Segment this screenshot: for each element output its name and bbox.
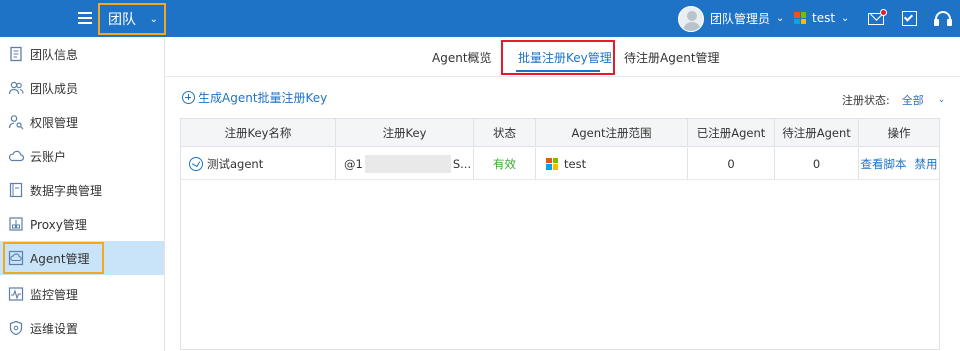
sidebar-item-agent[interactable]: Agent管理 <box>0 241 164 275</box>
table-row: 测试agent @1 S... 有效 test 0 0 查看脚本 禁用 <box>181 148 939 180</box>
pending-count: 0 <box>775 148 859 179</box>
team-switcher[interactable]: 团队 ⌄ <box>98 3 166 35</box>
masked-key <box>364 154 451 173</box>
sidebar-item-label: 数据字典管理 <box>30 183 103 198</box>
status-filter-label: 注册状态: <box>842 94 890 107</box>
sidebar: 团队信息 团队成员 权限管理 云账户 数据字典管理 Proxy管理 Agent管… <box>0 37 165 351</box>
task-check-icon[interactable] <box>900 9 920 27</box>
sidebar-item-label: 监控管理 <box>30 287 79 302</box>
sidebar-item-team-info[interactable]: 团队信息 <box>0 37 164 71</box>
team-label: 团队 <box>108 12 136 28</box>
disable-link[interactable]: 禁用 <box>915 156 938 172</box>
sidebar-item-proxy[interactable]: Proxy管理 <box>0 207 164 241</box>
key-table: 注册Key名称 注册Key 状态 Agent注册范围 已注册Agent 待注册A… <box>180 118 940 350</box>
generate-batch-key-button[interactable]: 生成Agent批量注册Key <box>182 89 327 106</box>
plus-circle-icon <box>182 91 195 104</box>
mail-icon[interactable] <box>866 9 887 27</box>
proxy-icon <box>8 216 24 232</box>
generate-batch-key-label: 生成Agent批量注册Key <box>198 91 328 105</box>
scope-cell: test <box>536 148 688 179</box>
table-header: 注册Key名称 注册Key 状态 Agent注册范围 已注册Agent 待注册A… <box>181 119 939 147</box>
headset-icon[interactable] <box>933 9 953 27</box>
key-prefix: @1 <box>344 156 363 171</box>
column-header: Agent注册范围 <box>536 119 688 146</box>
column-header: 注册Key名称 <box>181 119 336 146</box>
microsoft-logo-icon <box>546 157 558 170</box>
key-name: 测试agent <box>207 156 264 171</box>
user-key-icon <box>8 114 24 130</box>
tab-agent-overview[interactable]: Agent概览 <box>432 49 492 66</box>
agent-cloud-icon <box>8 250 24 266</box>
sidebar-item-ops-settings[interactable]: 运维设置 <box>0 311 164 345</box>
status-filter: 注册状态: 全部 ⌄ <box>842 92 945 108</box>
column-header: 操作 <box>887 125 911 140</box>
monitor-icon <box>8 286 24 302</box>
key-suffix: S... <box>452 156 472 171</box>
notification-dot <box>880 9 887 16</box>
sidebar-item-label: 团队成员 <box>30 81 79 96</box>
column-header: 待注册Agent <box>775 119 859 146</box>
scope-name: test <box>564 156 587 171</box>
column-header: 状态 <box>474 119 536 146</box>
sidebar-item-label: 运维设置 <box>30 321 79 336</box>
chevron-down-icon[interactable]: ⌄ <box>938 95 946 105</box>
tab-pending-agent-management[interactable]: 待注册Agent管理 <box>624 49 720 66</box>
agent-icon <box>189 156 203 171</box>
shield-gear-icon <box>8 320 24 336</box>
book-icon <box>8 182 24 198</box>
status-badge: 有效 <box>474 148 536 179</box>
column-header: 已注册Agent <box>688 119 775 146</box>
registered-count: 0 <box>688 148 775 179</box>
tenant-name: test <box>812 11 836 25</box>
user-name: 团队管理员 <box>710 12 771 26</box>
key-cell: @1 S... <box>336 148 474 179</box>
highlight-box <box>501 40 615 75</box>
chevron-down-icon: ⌄ <box>841 12 850 24</box>
sidebar-item-label: 权限管理 <box>30 115 79 130</box>
user-menu[interactable]: 团队管理员 ⌄ <box>678 5 784 32</box>
key-name-cell: 测试agent <box>181 148 336 179</box>
column-header: 注册Key <box>336 119 474 146</box>
chevron-down-icon: ⌄ <box>776 13 785 24</box>
status-filter-select[interactable]: 全部 <box>902 92 924 108</box>
top-bar: 团队 ⌄ 团队管理员 ⌄ test ⌄ <box>0 0 960 37</box>
menu-icon[interactable] <box>78 9 94 27</box>
tenant-switcher[interactable]: test ⌄ <box>794 11 849 25</box>
avatar <box>678 5 704 32</box>
sidebar-item-permissions[interactable]: 权限管理 <box>0 105 164 139</box>
microsoft-logo-icon <box>794 12 806 24</box>
sidebar-item-label: 云账户 <box>30 149 67 164</box>
actions-cell: 查看脚本 禁用 <box>859 148 939 179</box>
document-icon <box>8 46 24 62</box>
sidebar-item-cloud-account[interactable]: 云账户 <box>0 139 164 173</box>
sidebar-item-label: Proxy管理 <box>30 217 87 232</box>
chevron-down-icon: ⌄ <box>149 13 158 25</box>
users-icon <box>8 80 24 96</box>
cloud-icon <box>8 148 25 164</box>
sidebar-item-team-members[interactable]: 团队成员 <box>0 71 164 105</box>
sidebar-item-data-dictionary[interactable]: 数据字典管理 <box>0 173 164 207</box>
sidebar-item-monitoring[interactable]: 监控管理 <box>0 277 164 311</box>
sidebar-item-label: 团队信息 <box>30 47 79 62</box>
view-script-link[interactable]: 查看脚本 <box>861 156 907 172</box>
